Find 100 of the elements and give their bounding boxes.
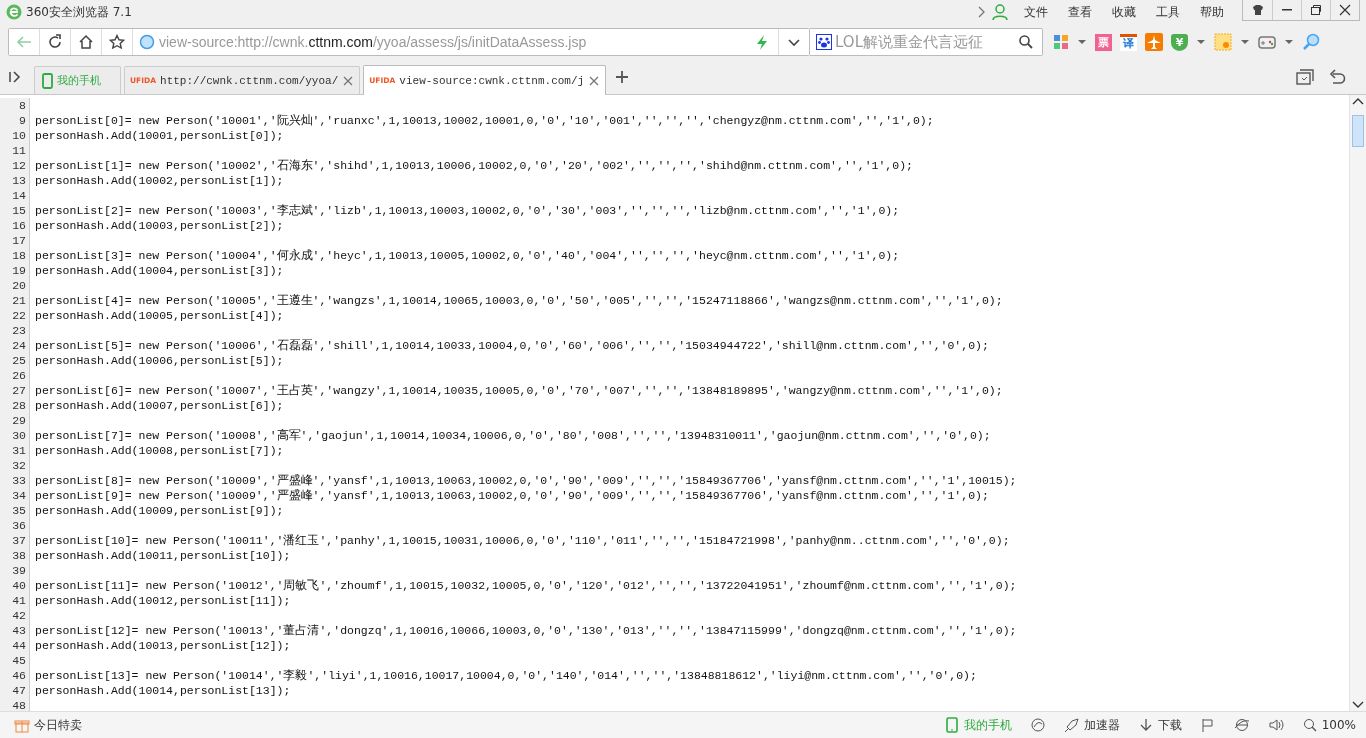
code-line: personList[11]= new Person('10012','周敏飞','zhoumf',1,10015,10032,10005,0,'0','120','012','','','13722041951','zhoumf@nm.cttnm.com','','1',0); bbox=[34, 578, 1017, 593]
line-number: 35 bbox=[0, 503, 30, 518]
line-number: 23 bbox=[0, 323, 30, 338]
dropdown-button[interactable] bbox=[778, 29, 809, 55]
code-line: personHash.Add(10004,personList[3]); bbox=[34, 263, 284, 278]
gift-icon bbox=[14, 717, 30, 733]
star-icon bbox=[109, 34, 125, 50]
line-number: 39 bbox=[0, 563, 30, 578]
tab-close-icon[interactable] bbox=[588, 74, 601, 87]
user-icon[interactable] bbox=[992, 4, 1008, 20]
code-line: personHash.Add(10009,personList[9]); bbox=[34, 503, 284, 518]
code-line: personList[7]= new Person('10008','高军','gaojun',1,10014,10034,10006,0,'0','80','008','','','13948310011','gaojun@nm.cttnm.com','','0',0); bbox=[34, 428, 991, 443]
undo-icon[interactable] bbox=[1328, 68, 1346, 86]
menu-item[interactable]: 帮助 bbox=[1190, 3, 1234, 21]
chevron-right-icon[interactable] bbox=[976, 5, 986, 19]
code-line: personHash.Add(10005,personList[4]); bbox=[34, 308, 284, 323]
menu-item[interactable]: 工具 bbox=[1146, 3, 1190, 21]
line-number: 30 bbox=[0, 428, 30, 443]
address-text: view-source:http://cwnk.cttnm.com/yyoa/assess/js/initDataAssess.jsp bbox=[159, 34, 588, 50]
speaker-icon bbox=[1267, 717, 1284, 733]
chevron-down-icon bbox=[787, 36, 801, 48]
code-line: personList[1]= new Person('10002','石海东','shihd',1,10013,10006,10002,0,'0','20','002','','','','shihd@nm.cttnm.com','','1',0); bbox=[34, 158, 913, 173]
tab-list-icon[interactable] bbox=[1296, 68, 1314, 86]
line-number: 14 bbox=[0, 188, 30, 203]
minimize-icon bbox=[1282, 9, 1292, 11]
code-line: personList[3]= new Person('10004','何永成','heyc',1,10013,10005,10002,0,'0','40','004','','','','heyc@nm.cttnm.com','','1',0); bbox=[34, 248, 900, 263]
code-line: personList[9]= new Person('10009','严盛峰','yansf',1,10013,10063,10002,0,'0','90','009','','','15849367706','yansf@nm.cttnm.com','','1',0); bbox=[34, 488, 989, 503]
tab-title: 我的手机 bbox=[57, 73, 102, 88]
line-number: 41 bbox=[0, 593, 30, 608]
line-number: 27 bbox=[0, 383, 30, 398]
line-number: 44 bbox=[0, 638, 30, 653]
airplane-icon[interactable] bbox=[1145, 33, 1163, 51]
new-tab-icon[interactable] bbox=[615, 70, 630, 84]
swirl-icon bbox=[1029, 717, 1046, 733]
apps-icon[interactable] bbox=[1053, 34, 1069, 50]
home-icon bbox=[78, 34, 94, 50]
back-icon bbox=[16, 34, 32, 50]
line-number: 12 bbox=[0, 158, 30, 173]
caret-icon[interactable] bbox=[1284, 38, 1294, 46]
caret-icon[interactable] bbox=[1240, 38, 1250, 46]
line-number: 42 bbox=[0, 608, 30, 623]
line-number: 32 bbox=[0, 458, 30, 473]
line-number: 29 bbox=[0, 413, 30, 428]
status-label[interactable]: 今日特卖 bbox=[34, 716, 82, 734]
window-title: 360安全浏览器 7.1 bbox=[26, 3, 132, 21]
code-line: personHash.Add(10006,personList[5]); bbox=[34, 353, 284, 368]
reload-icon bbox=[47, 34, 63, 50]
line-number: 16 bbox=[0, 218, 30, 233]
code-line: personHash.Add(10002,personList[1]); bbox=[34, 173, 284, 188]
line-number: 36 bbox=[0, 518, 30, 533]
line-number: 19 bbox=[0, 263, 30, 278]
code-line: personHash.Add(10003,personList[2]); bbox=[34, 218, 284, 233]
zoom-icon bbox=[1301, 717, 1318, 733]
search-placeholder: LOL解说重金代言远征 bbox=[835, 32, 984, 52]
line-number: 37 bbox=[0, 533, 30, 548]
line-number: 40 bbox=[0, 578, 30, 593]
code-line: personList[5]= new Person('10006','石磊磊','shill',1,10014,10033,10004,0,'0','60','006','','','15034944722','shill@nm.cttnm.com','','0',0); bbox=[34, 338, 989, 353]
gamepad-icon[interactable] bbox=[1258, 33, 1276, 51]
menu-item[interactable]: 查看 bbox=[1058, 3, 1102, 21]
line-number: 8 bbox=[0, 98, 30, 113]
line-number: 11 bbox=[0, 143, 30, 158]
caret-icon[interactable] bbox=[1196, 38, 1206, 46]
line-number: 43 bbox=[0, 623, 30, 638]
tab-title: view-source:cwnk.cttnm.com/j bbox=[399, 74, 585, 87]
line-number: 26 bbox=[0, 368, 30, 383]
status-label[interactable]: 加速器 bbox=[1083, 716, 1120, 734]
code-line: personList[0]= new Person('10001','阮兴灿','ruanxc',1,10013,10002,10001,0,'0','10','001','','','','chengyz@nm.cttnm.com','','1',0); bbox=[34, 113, 934, 128]
phone-icon bbox=[943, 717, 960, 733]
globe-icon bbox=[139, 34, 155, 50]
menu-item[interactable]: 文件 bbox=[1014, 3, 1058, 21]
line-number: 28 bbox=[0, 398, 30, 413]
search-icon[interactable] bbox=[1018, 34, 1034, 50]
tab-close-icon[interactable] bbox=[342, 74, 355, 87]
close-icon bbox=[1339, 4, 1351, 16]
line-number: 21 bbox=[0, 293, 30, 308]
tab-title: http://cwnk.cttnm.com/yyoa/ bbox=[160, 74, 339, 87]
status-label[interactable]: 100% bbox=[1321, 718, 1356, 732]
line-number: 31 bbox=[0, 443, 30, 458]
line-number: 24 bbox=[0, 338, 30, 353]
browser-logo-icon bbox=[6, 4, 22, 20]
line-number: 34 bbox=[0, 488, 30, 503]
line-number: 13 bbox=[0, 173, 30, 188]
scrollbar[interactable] bbox=[1349, 95, 1366, 711]
shirt-icon bbox=[1250, 4, 1265, 16]
menu-item[interactable]: 收藏 bbox=[1102, 3, 1146, 21]
translate-icon[interactable]: 译 bbox=[1120, 33, 1137, 51]
sidebar-toggle-icon[interactable] bbox=[8, 70, 22, 84]
code-line: personHash.Add(10013,personList[12]); bbox=[34, 638, 291, 653]
line-number: 45 bbox=[0, 653, 30, 668]
scrollbar-thumb[interactable] bbox=[1352, 115, 1364, 147]
code-line: personList[8]= new Person('10009','严盛峰','yansf',1,10013,10063,10002,0,'0','90','009','','','15849367706','yansf@nm.cttnm.com','','1',10015); bbox=[34, 473, 1017, 488]
line-number: 25 bbox=[0, 353, 30, 368]
caret-icon[interactable] bbox=[1077, 38, 1087, 46]
line-number: 47 bbox=[0, 683, 30, 698]
line-number: 46 bbox=[0, 668, 30, 683]
address-bar[interactable]: view-source:http://cwnk.cttnm.com/yyoa/assess/js/initDataAssess.jsp bbox=[8, 28, 810, 56]
line-number: 22 bbox=[0, 308, 30, 323]
line-number: 18 bbox=[0, 248, 30, 263]
status-label[interactable]: 下载 bbox=[1157, 716, 1182, 734]
line-number: 33 bbox=[0, 473, 30, 488]
